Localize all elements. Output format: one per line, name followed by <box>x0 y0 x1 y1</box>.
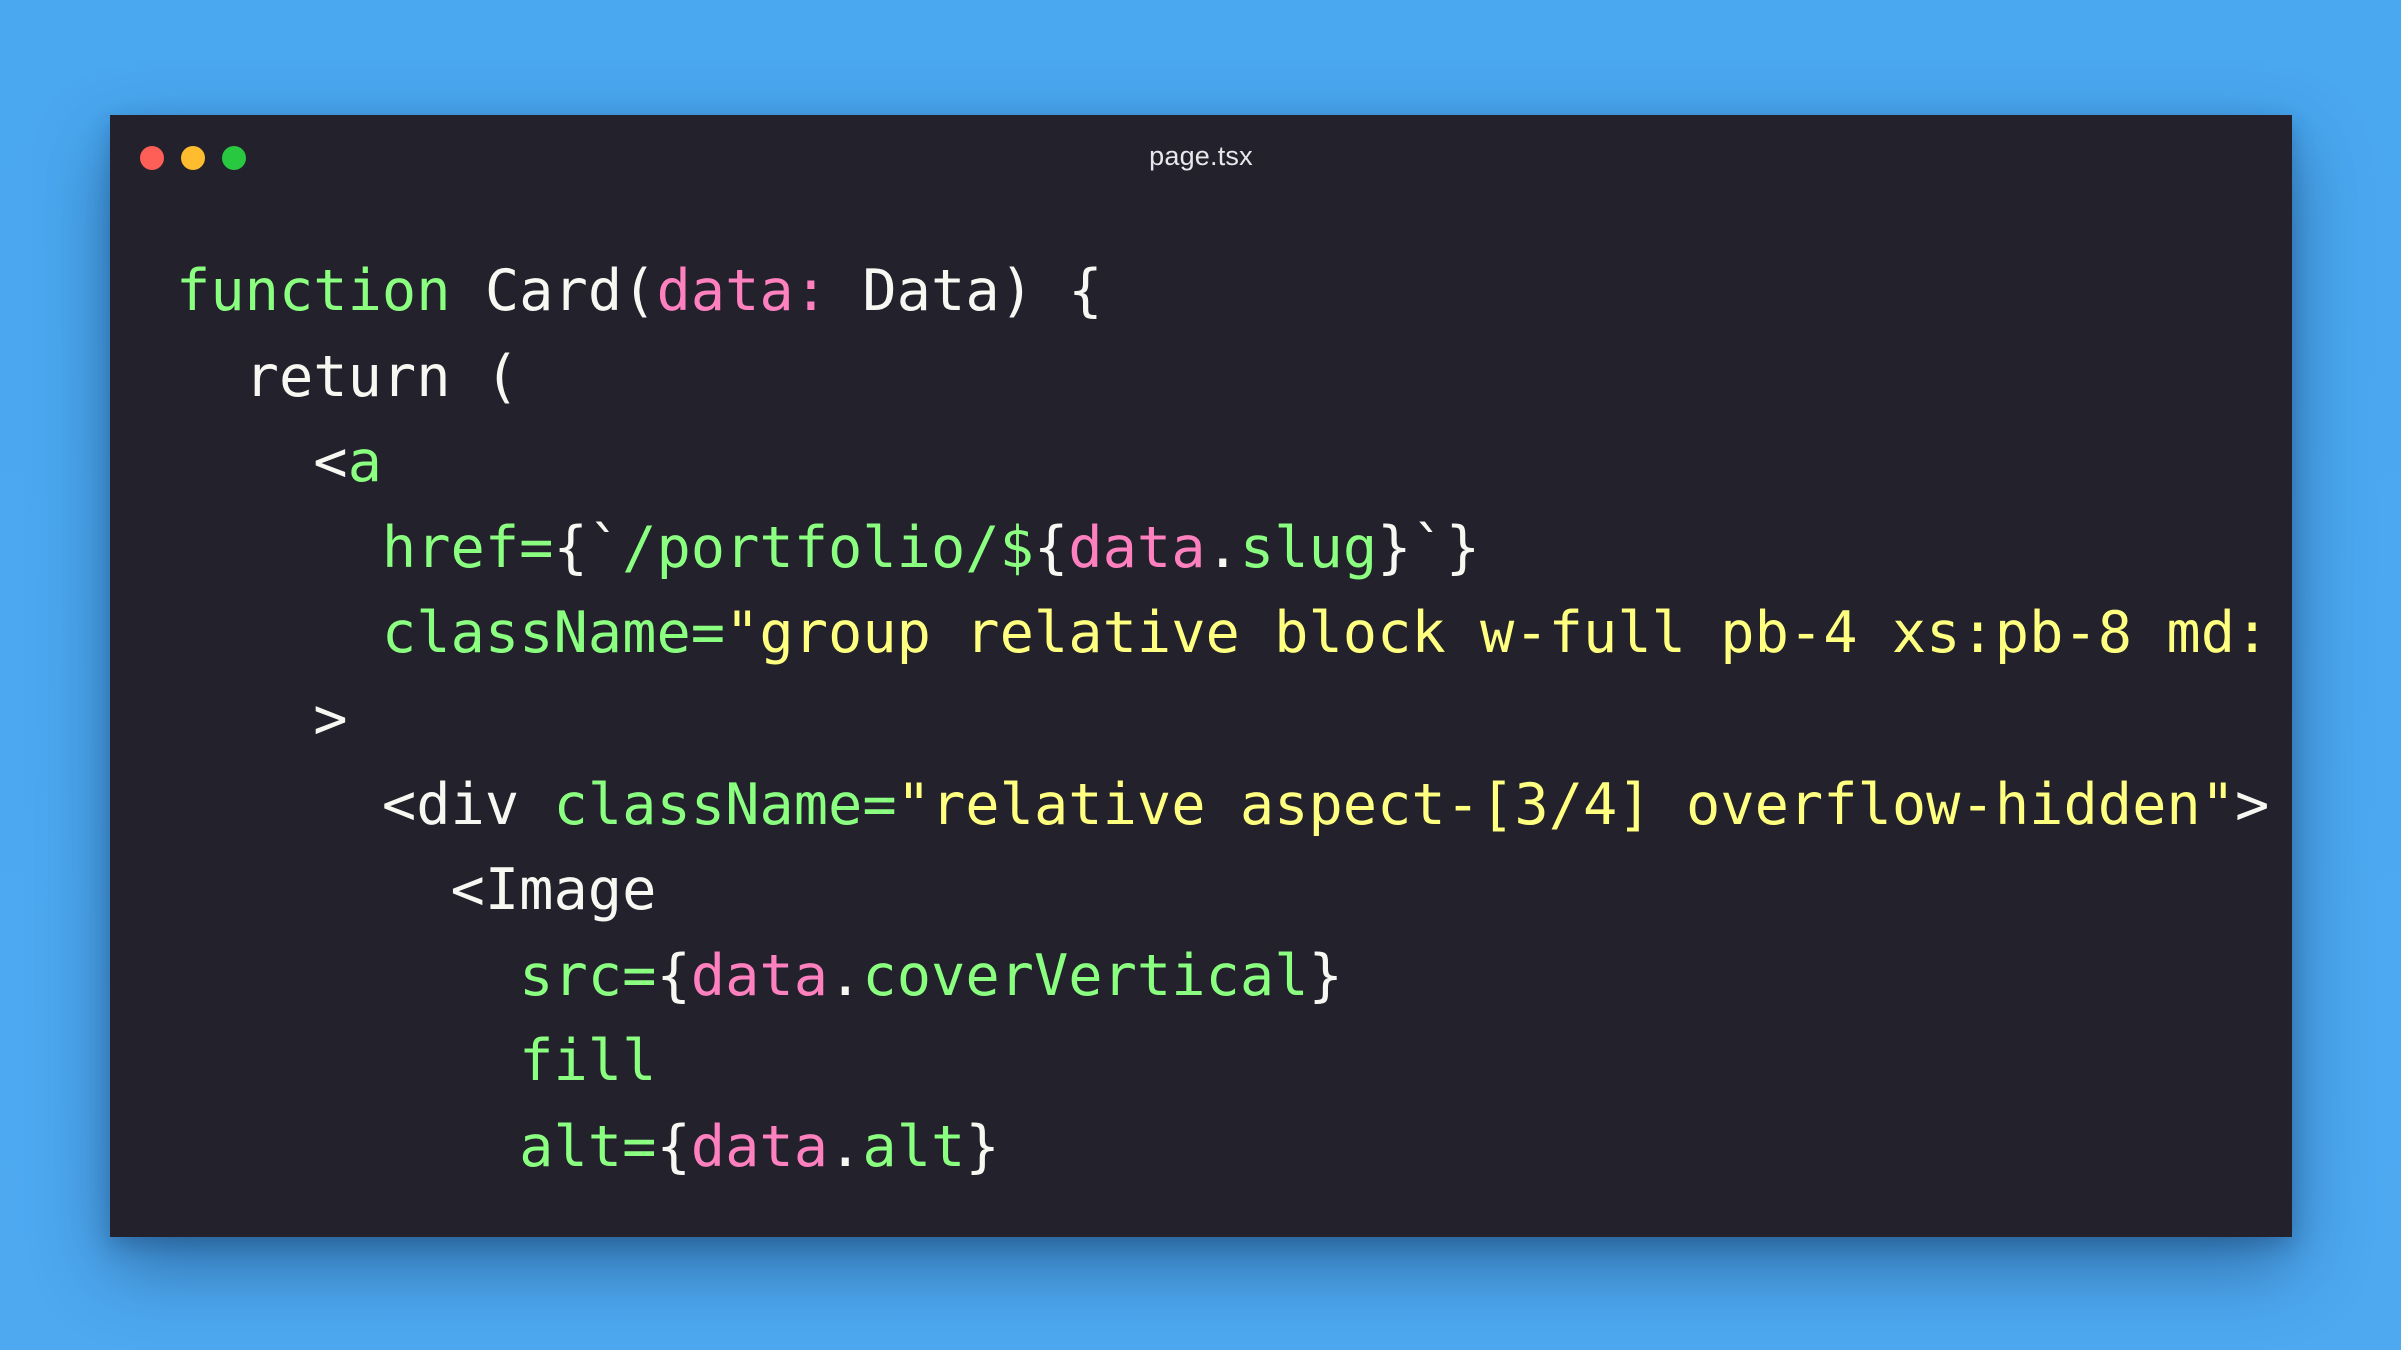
code-token-text: }`} <box>1377 514 1481 581</box>
code-token-text: . <box>828 1113 863 1180</box>
code-line: return ( <box>176 335 2292 421</box>
code-line: alt={data.alt} <box>176 1105 2292 1191</box>
code-token-text: <Image <box>176 857 657 924</box>
code-token-text: } <box>1308 942 1343 1009</box>
code-token-text: <div <box>176 771 554 838</box>
code-token-text: { <box>1033 514 1069 581</box>
code-token-keyword: function <box>176 258 451 324</box>
code-token-keyword: a <box>347 429 382 496</box>
code-token-attribute: className= <box>381 600 726 667</box>
code-token-variable: data: <box>656 258 829 324</box>
code-token-attribute: fill <box>519 1028 657 1095</box>
code-token-attribute: className= <box>553 771 897 838</box>
code-token-attribute: src= <box>519 942 657 1009</box>
code-token-text: {` <box>553 514 623 581</box>
code-token-attribute: coverVertical <box>862 942 1309 1009</box>
code-token-text: { <box>656 942 691 1009</box>
code-line: className="group relative block w-full p… <box>176 591 2292 677</box>
code-token-text: return ( <box>176 343 520 410</box>
code-editor[interactable]: function Card(data: Data) { return ( <a … <box>176 249 2292 1191</box>
code-token-text: . <box>828 942 863 1009</box>
code-line: <div className="relative aspect-[3/4] ov… <box>176 763 2292 849</box>
code-line: fill <box>176 1019 2292 1105</box>
code-token-variable: data <box>1068 514 1206 581</box>
code-token-text: > <box>176 685 348 752</box>
code-line: <a <box>176 420 2292 506</box>
code-line: > <box>176 677 2292 763</box>
code-line: href={`/portfolio/${data.slug}`} <box>176 506 2292 592</box>
code-token-text: { <box>656 1113 691 1180</box>
code-token-attribute: slug <box>1239 514 1378 581</box>
code-token-text: . <box>1205 514 1240 581</box>
code-window: page.tsx function Card(data: Data) { ret… <box>110 115 2292 1237</box>
code-token-attribute: alt <box>862 1113 966 1180</box>
code-line: <Image <box>176 848 2292 934</box>
code-line: function Card(data: Data) { <box>176 249 2292 335</box>
code-token-text: < <box>176 429 348 496</box>
code-token-text: } <box>965 1113 1000 1180</box>
code-token-attribute: alt= <box>519 1113 657 1180</box>
code-token-string: "relative aspect-[3/4] overflow-hidden" <box>896 771 2236 838</box>
code-token-text: Card( <box>450 258 657 324</box>
code-token-string: "group relative block w-full pb-4 xs:pb-… <box>725 600 2270 667</box>
window-title: page.tsx <box>1149 141 1253 171</box>
code-token-attribute: /portfolio/$ <box>622 514 1034 581</box>
code-token-text: > <box>2235 771 2270 838</box>
code-token-attribute: href= <box>381 514 554 581</box>
code-token-variable: data <box>690 942 829 1009</box>
code-token-variable: data <box>690 1113 829 1180</box>
window-titlebar: page.tsx <box>110 115 2292 200</box>
code-line: src={data.coverVertical} <box>176 934 2292 1020</box>
code-token-text: Data) { <box>828 258 1103 324</box>
